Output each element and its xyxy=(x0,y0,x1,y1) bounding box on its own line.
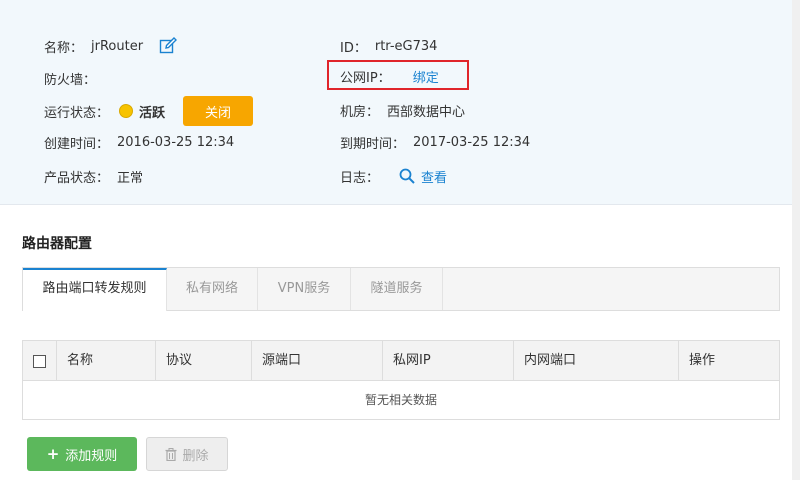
tab-private-network[interactable]: 私有网络 xyxy=(167,268,258,310)
column-internal-port: 内网端口 xyxy=(514,341,679,381)
status-row: 运行状态： 活跃 关闭 xyxy=(44,96,254,126)
status-value: 活跃 xyxy=(139,105,166,121)
name-label: 名称： xyxy=(44,40,84,56)
tab-vpn-service[interactable]: VPN服务 xyxy=(258,268,351,310)
rules-table: 名称 协议 源端口 私网IP 内网端口 操作 暂无相关数据 xyxy=(22,340,780,420)
expire-label: 到期时间： xyxy=(340,136,406,152)
expire-row: 到期时间： 2017-03-25 12:34 xyxy=(340,130,530,154)
public-ip-highlight-box xyxy=(327,60,469,90)
select-all-checkbox[interactable] xyxy=(33,354,46,368)
delete-rule-button[interactable]: 删除 xyxy=(146,437,228,471)
log-row: 日志： 查看 xyxy=(340,164,447,188)
id-label: ID： xyxy=(340,40,367,56)
product-status-row: 产品状态： 正常 xyxy=(44,164,143,188)
view-log-link[interactable]: 查看 xyxy=(421,167,447,186)
empty-state-text: 暂无相关数据 xyxy=(364,393,437,407)
table-header: 名称 协议 源端口 私网IP 内网端口 操作 xyxy=(23,341,779,381)
column-actions: 操作 xyxy=(689,353,716,368)
room-row: 机房： 西部数据中心 xyxy=(340,98,465,122)
page-scrollbar[interactable] xyxy=(792,0,800,480)
name-row: 名称： jrRouter xyxy=(44,34,178,58)
router-info-panel: 名称： jrRouter 防火墙： 运行状态： 活跃 关闭 创建时间： 2016… xyxy=(0,0,792,205)
created-label: 创建时间： xyxy=(44,136,110,152)
column-protocol: 协议 xyxy=(156,341,252,381)
firewall-row: 防火墙： xyxy=(44,66,96,90)
name-value: jrRouter xyxy=(91,38,144,54)
tab-port-forwarding[interactable]: 路由端口转发规则 xyxy=(23,268,167,311)
config-tabs: 路由端口转发规则 私有网络 VPN服务 隧道服务 xyxy=(22,267,780,311)
add-rule-button[interactable]: + 添加规则 xyxy=(27,437,137,471)
edit-icon[interactable] xyxy=(159,37,178,55)
search-icon[interactable] xyxy=(399,168,415,184)
column-private-ip: 私网IP xyxy=(383,341,514,381)
created-row: 创建时间： 2016-03-25 12:34 xyxy=(44,130,234,154)
product-status-value: 正常 xyxy=(117,170,144,186)
status-label: 运行状态： xyxy=(44,105,110,121)
id-row: ID： rtr-eG734 xyxy=(340,34,437,58)
close-router-button[interactable]: 关闭 xyxy=(183,96,254,126)
room-value: 西部数据中心 xyxy=(387,104,466,120)
add-rule-label: 添加规则 xyxy=(65,448,118,464)
column-source-port: 源端口 xyxy=(252,341,383,381)
firewall-label: 防火墙： xyxy=(44,72,97,88)
tab-tunnel-service[interactable]: 隧道服务 xyxy=(351,268,443,310)
select-all-cell xyxy=(23,341,57,381)
id-value: rtr-eG734 xyxy=(374,38,438,54)
room-label: 机房： xyxy=(340,104,380,120)
expire-value: 2017-03-25 12:34 xyxy=(413,134,531,150)
column-name: 名称 xyxy=(57,341,156,381)
delete-rule-label: 删除 xyxy=(182,448,209,464)
trash-icon xyxy=(165,447,177,461)
plus-icon: + xyxy=(46,445,60,463)
status-dot-icon xyxy=(119,104,134,118)
product-status-label: 产品状态： xyxy=(44,170,110,186)
router-config-title: 路由器配置 xyxy=(22,236,92,252)
created-value: 2016-03-25 12:34 xyxy=(117,134,235,150)
log-label: 日志： xyxy=(340,170,380,186)
